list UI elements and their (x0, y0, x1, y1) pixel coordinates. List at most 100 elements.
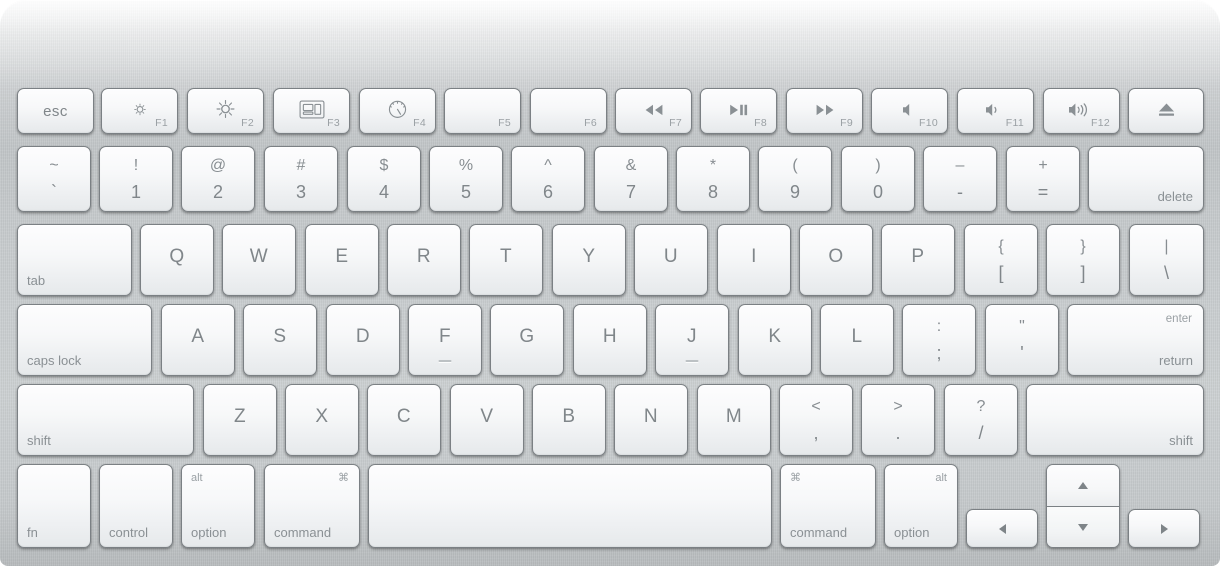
key-key-h[interactable]: H (573, 304, 647, 376)
key-key-k[interactable]: K (738, 304, 812, 376)
key-label: I (751, 246, 757, 267)
key-f4[interactable]: F4 (359, 88, 436, 134)
key-digit-3[interactable]: #3 (264, 146, 338, 212)
key-f2[interactable]: F2 (187, 88, 264, 134)
key-arrow-right[interactable] (1128, 509, 1200, 548)
eject-icon (1157, 102, 1176, 117)
key-bracket-left[interactable]: {[ (964, 224, 1038, 296)
key-key-l[interactable]: L (820, 304, 894, 376)
key-digit-0[interactable]: ) 0 (841, 146, 915, 212)
key-key-x[interactable]: X (285, 384, 359, 456)
key-alt-label: alt (935, 472, 947, 484)
key-key-e[interactable]: E (305, 224, 379, 296)
key-digit-9[interactable]: (9 (758, 146, 832, 212)
key-key-i[interactable]: I (717, 224, 791, 296)
key-key-n[interactable]: N (614, 384, 688, 456)
key-label: P (911, 246, 925, 267)
key-digit-8[interactable]: * 8 (676, 146, 750, 212)
key-label: fn (27, 525, 38, 540)
key-key-f[interactable]: F (408, 304, 482, 376)
key-key-t[interactable]: T (469, 224, 543, 296)
key-f10[interactable]: F10 (871, 88, 948, 134)
key-shift-legend: @ (209, 156, 227, 174)
key-minus[interactable]: – - (923, 146, 997, 212)
key-period[interactable]: >. (861, 384, 935, 456)
key-fn[interactable]: fn (17, 464, 91, 548)
key-space[interactable] (368, 464, 772, 548)
key-fn-label: F5 (498, 116, 511, 129)
key-quote[interactable]: " ' (985, 304, 1059, 376)
key-semicolon[interactable]: :; (902, 304, 976, 376)
key-shift-left[interactable]: shift (17, 384, 194, 456)
key-arrow-down[interactable] (1047, 506, 1119, 547)
key-shift-legend: & (625, 156, 637, 174)
key-option-right[interactable]: option alt (884, 464, 958, 548)
key-key-w[interactable]: W (222, 224, 296, 296)
key-key-b[interactable]: B (532, 384, 606, 456)
key-digit-1[interactable]: ! 1 (99, 146, 173, 212)
key-key-g[interactable]: G (490, 304, 564, 376)
key-digit-7[interactable]: & 7 (594, 146, 668, 212)
key-key-q[interactable]: Q (140, 224, 214, 296)
key-f8[interactable]: F8 (700, 88, 777, 134)
key-glyph (1044, 102, 1119, 117)
key-key-j[interactable]: J (655, 304, 729, 376)
key-label: B (562, 406, 576, 427)
key-key-a[interactable]: A (161, 304, 235, 376)
key-key-p[interactable]: P (881, 224, 955, 296)
brightness-up-icon (213, 97, 238, 122)
key-backslash[interactable]: | \ (1129, 224, 1204, 296)
key-key-r[interactable]: R (387, 224, 461, 296)
key-label: S (273, 326, 287, 347)
key-digit-5[interactable]: % 5 (429, 146, 503, 212)
key-f5[interactable]: F5 (444, 88, 521, 134)
key-digit-2[interactable]: @2 (181, 146, 255, 212)
key-base-legend: ; (936, 342, 942, 363)
key-tab[interactable]: tab (17, 224, 132, 296)
key-key-v[interactable]: V (450, 384, 524, 456)
key-f6[interactable]: F6 (530, 88, 607, 134)
key-eject[interactable] (1128, 88, 1204, 134)
key-arrow-left[interactable] (966, 509, 1038, 548)
key-f11[interactable]: F11 (957, 88, 1034, 134)
key-shift-right[interactable]: shift (1026, 384, 1204, 456)
key-caps-lock[interactable]: caps lock (17, 304, 152, 376)
key-arrow-up[interactable] (1047, 465, 1119, 506)
key-bracket-right[interactable]: }] (1046, 224, 1120, 296)
key-comma[interactable]: <, (779, 384, 853, 456)
key-key-c[interactable]: C (367, 384, 441, 456)
key-label: R (416, 246, 432, 267)
play-pause-icon (726, 103, 751, 116)
key-f7[interactable]: F7 (615, 88, 692, 134)
key-key-u[interactable]: U (634, 224, 708, 296)
key-equals[interactable]: + = (1006, 146, 1080, 212)
key-digit-4[interactable]: $4 (347, 146, 421, 212)
key-f1[interactable]: F1 (101, 88, 178, 134)
key-grave[interactable]: ~ ` (17, 146, 91, 212)
key-return[interactable]: return enter (1067, 304, 1204, 376)
key-base-legend: / (978, 422, 984, 443)
key-f9[interactable]: F9 (786, 88, 863, 134)
key-command-right[interactable]: command ⌘ (780, 464, 876, 548)
key-esc[interactable]: esc (17, 88, 94, 134)
key-slash[interactable]: ? / (944, 384, 1018, 456)
key-f12[interactable]: F12 (1043, 88, 1120, 134)
key-base-legend: ' (1020, 342, 1024, 363)
key-key-y[interactable]: Y (552, 224, 626, 296)
key-f3[interactable]: F3 (273, 88, 350, 134)
key-digit-6[interactable]: ^ 6 (511, 146, 585, 212)
key-base-legend: 9 (789, 181, 800, 202)
key-key-o[interactable]: O (799, 224, 873, 296)
key-command-left[interactable]: command ⌘ (264, 464, 360, 548)
key-key-z[interactable]: Z (203, 384, 277, 456)
key-base-legend: [ (998, 262, 1004, 283)
key-key-m[interactable]: M (697, 384, 771, 456)
key-arrow-up-down[interactable] (1046, 464, 1120, 548)
key-fn-label: F4 (413, 116, 426, 129)
key-delete[interactable]: delete (1088, 146, 1204, 212)
key-key-s[interactable]: S (243, 304, 317, 376)
key-control[interactable]: control (99, 464, 173, 548)
key-key-d[interactable]: D (326, 304, 400, 376)
key-label: command (274, 525, 332, 540)
key-option-left[interactable]: option alt (181, 464, 255, 548)
